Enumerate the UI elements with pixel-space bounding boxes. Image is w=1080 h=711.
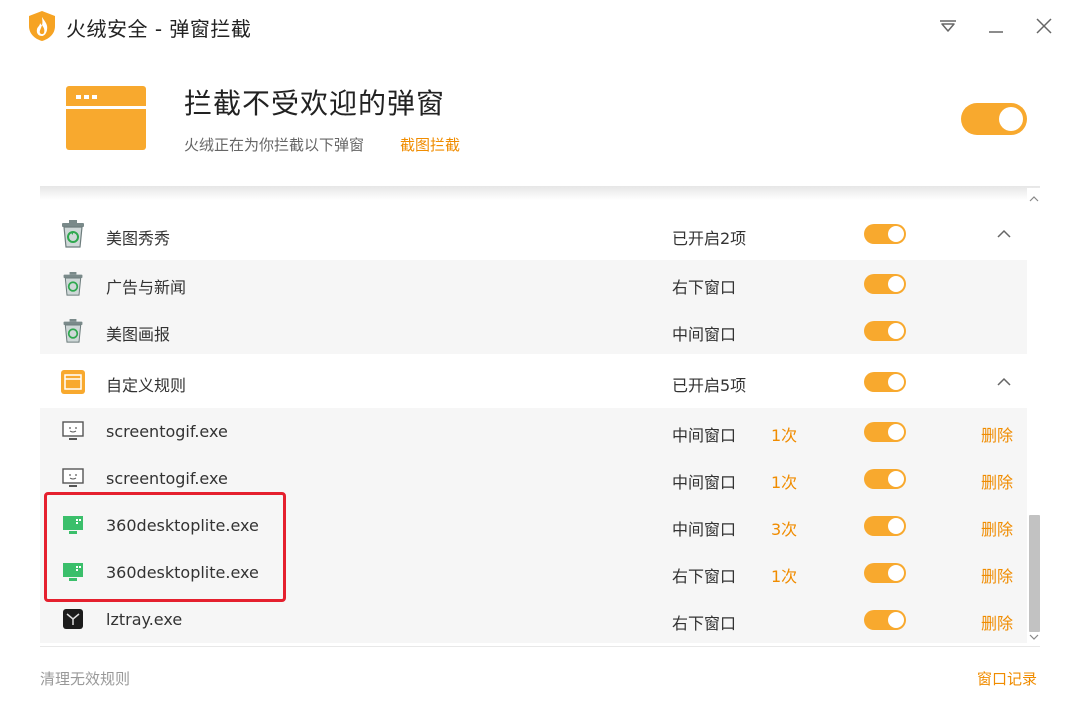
window-records-link[interactable]: 窗口记录 bbox=[977, 668, 1037, 689]
chevron-up-icon[interactable] bbox=[996, 374, 1012, 390]
item-name: 美图画报 bbox=[106, 325, 171, 344]
list-item: 美图画报 中间窗口 bbox=[40, 307, 1027, 354]
list-item: screentogif.exe 中间窗口 1次 删除 bbox=[40, 455, 1027, 502]
group-toggle[interactable] bbox=[864, 224, 906, 244]
huorong-logo-icon bbox=[29, 11, 55, 41]
recycle-bin-icon bbox=[58, 219, 88, 249]
item-toggle[interactable] bbox=[864, 469, 906, 489]
item-toggle[interactable] bbox=[864, 422, 906, 442]
group-row-meitu[interactable]: 美图秀秀 已开启2项 bbox=[40, 208, 1027, 260]
scrollbar-thumb[interactable] bbox=[1029, 515, 1040, 632]
intercept-count: 1次 bbox=[771, 473, 798, 492]
close-button[interactable] bbox=[1030, 12, 1058, 40]
item-status: 中间窗口 bbox=[672, 426, 737, 445]
group-name: 自定义规则 bbox=[106, 376, 187, 395]
scroll-up-icon[interactable] bbox=[1029, 194, 1039, 204]
clean-invalid-rules-link[interactable]: 清理无效规则 bbox=[40, 668, 130, 689]
group-toggle[interactable] bbox=[864, 372, 906, 392]
footer-divider bbox=[40, 646, 1040, 647]
item-toggle[interactable] bbox=[864, 274, 906, 294]
window-title: 火绒安全 - 弹窗拦截 bbox=[66, 17, 252, 41]
chevron-up-icon[interactable] bbox=[996, 226, 1012, 242]
rules-list: 美图秀秀 已开启2项 广告与新闻 右下窗口 美图画报 中间窗口 自定义规则 已开… bbox=[40, 188, 1040, 646]
group-name: 美图秀秀 bbox=[106, 229, 171, 248]
item-toggle[interactable] bbox=[864, 321, 906, 341]
intercept-count: 1次 bbox=[771, 567, 798, 586]
item-toggle[interactable] bbox=[864, 563, 906, 583]
close-icon bbox=[1036, 18, 1052, 34]
green-monitor-icon bbox=[58, 557, 88, 587]
screenshot-intercept-link[interactable]: 截图拦截 bbox=[400, 134, 460, 155]
intercept-count: 1次 bbox=[771, 426, 798, 445]
item-name: screentogif.exe bbox=[106, 469, 228, 488]
delete-button[interactable]: 删除 bbox=[981, 610, 1013, 634]
recycle-bin-icon bbox=[58, 269, 88, 299]
monitor-icon bbox=[58, 416, 88, 446]
group-row-custom-rules[interactable]: 自定义规则 已开启5项 bbox=[40, 356, 1027, 408]
partial-hidden-row bbox=[40, 188, 1027, 206]
item-name: 广告与新闻 bbox=[106, 278, 187, 297]
delete-button[interactable]: 删除 bbox=[981, 469, 1013, 493]
item-toggle[interactable] bbox=[864, 516, 906, 536]
title-bar: 火绒安全 - 弹窗拦截 bbox=[0, 0, 1080, 56]
item-status: 中间窗口 bbox=[672, 520, 737, 539]
minimize-button[interactable] bbox=[982, 12, 1010, 40]
monitor-icon bbox=[58, 463, 88, 493]
item-name: screentogif.exe bbox=[106, 422, 228, 441]
master-toggle[interactable] bbox=[961, 103, 1027, 135]
item-name: 360desktoplite.exe bbox=[106, 516, 259, 535]
item-toggle[interactable] bbox=[864, 610, 906, 630]
item-status: 右下窗口 bbox=[672, 567, 737, 586]
list-item: screentogif.exe 中间窗口 1次 删除 bbox=[40, 408, 1027, 455]
item-status: 右下窗口 bbox=[672, 614, 737, 633]
item-status: 中间窗口 bbox=[672, 473, 737, 492]
list-item: 360desktoplite.exe 右下窗口 1次 删除 bbox=[40, 549, 1027, 596]
delete-button[interactable]: 删除 bbox=[981, 563, 1013, 587]
popup-window-icon bbox=[66, 86, 146, 150]
item-status: 右下窗口 bbox=[672, 278, 737, 297]
intercept-count: 3次 bbox=[771, 520, 798, 539]
list-item: 广告与新闻 右下窗口 bbox=[40, 260, 1027, 307]
delete-button[interactable]: 删除 bbox=[981, 422, 1013, 446]
item-status: 中间窗口 bbox=[672, 325, 737, 344]
group-status: 已开启2项 bbox=[672, 229, 747, 248]
scroll-down-icon[interactable] bbox=[1029, 632, 1039, 642]
minimize-icon bbox=[989, 31, 1003, 33]
menu-button[interactable] bbox=[934, 12, 962, 40]
group-status: 已开启5项 bbox=[672, 376, 747, 395]
green-monitor-icon bbox=[58, 510, 88, 540]
page-subtitle: 火绒正在为你拦截以下弹窗 bbox=[184, 136, 365, 154]
window-icon bbox=[58, 367, 88, 397]
item-name: lztray.exe bbox=[106, 610, 183, 629]
menu-triangle-icon bbox=[940, 20, 956, 32]
recycle-bin-icon bbox=[58, 316, 88, 346]
delete-button[interactable]: 删除 bbox=[981, 516, 1013, 540]
page-title: 拦截不受欢迎的弹窗 bbox=[184, 87, 446, 120]
item-name: 360desktoplite.exe bbox=[106, 563, 259, 582]
list-item: lztray.exe 右下窗口 删除 bbox=[40, 596, 1027, 643]
lztray-icon bbox=[58, 604, 88, 634]
list-item: 360desktoplite.exe 中间窗口 3次 删除 bbox=[40, 502, 1027, 549]
